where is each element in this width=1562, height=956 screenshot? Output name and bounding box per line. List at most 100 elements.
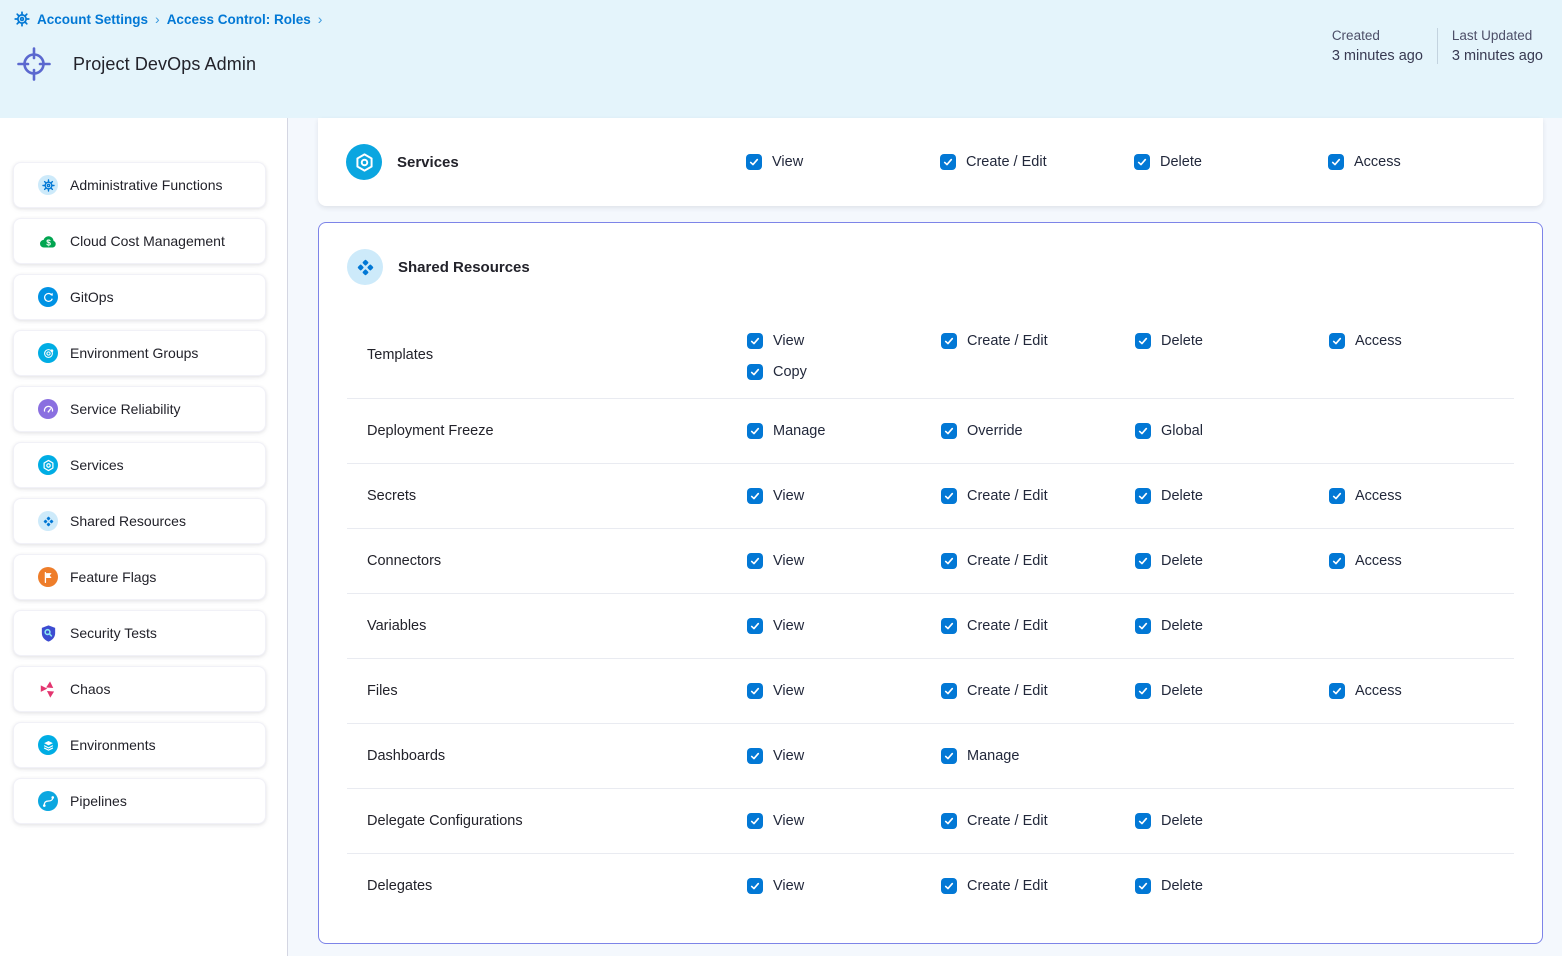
- permission-checkbox-view[interactable]: View: [747, 618, 941, 634]
- permission-checkbox-create-edit[interactable]: Create / Edit: [941, 488, 1135, 504]
- permission-checkbox-create-edit[interactable]: Create / Edit: [941, 333, 1135, 349]
- checkbox-checked-icon[interactable]: [941, 813, 957, 829]
- permission-checkbox-access[interactable]: Access: [1329, 488, 1514, 504]
- checkbox-checked-icon[interactable]: [941, 683, 957, 699]
- permission-checkbox-view[interactable]: View: [747, 878, 941, 894]
- checkbox-checked-icon[interactable]: [941, 488, 957, 504]
- sidebar-item-cloud-cost-management[interactable]: $ Cloud Cost Management: [13, 218, 266, 264]
- checkbox-checked-icon[interactable]: [941, 553, 957, 569]
- checkbox-checked-icon[interactable]: [746, 154, 762, 170]
- checkbox-checked-icon[interactable]: [1135, 553, 1151, 569]
- permission-cell: Manage: [747, 423, 941, 439]
- permission-cell: Access: [1329, 311, 1514, 349]
- permission-checkbox-create-edit[interactable]: Create / Edit: [941, 618, 1135, 634]
- permission-checkbox-create-edit[interactable]: Create / Edit: [941, 683, 1135, 699]
- sidebar-item-chaos[interactable]: Chaos: [13, 666, 266, 712]
- checkbox-checked-icon[interactable]: [1135, 683, 1151, 699]
- permission-checkbox-access[interactable]: Access: [1329, 553, 1514, 569]
- sidebar-item-service-reliability[interactable]: Service Reliability: [13, 386, 266, 432]
- permission-checkbox-access[interactable]: Access: [1329, 683, 1514, 699]
- permission-row-connectors: Connectors View Create / Edit Delete Acc…: [347, 528, 1514, 593]
- checkbox-checked-icon[interactable]: [747, 813, 763, 829]
- sidebar-item-pipelines[interactable]: Pipelines: [13, 778, 266, 824]
- sidebar-item-shared-resources[interactable]: Shared Resources: [13, 498, 266, 544]
- checkbox-checked-icon[interactable]: [747, 488, 763, 504]
- permission-checkbox-create-edit[interactable]: Create / Edit: [941, 813, 1135, 829]
- breadcrumb-link-access-control-roles[interactable]: Access Control: Roles: [167, 12, 311, 27]
- sidebar-item-gitops[interactable]: GitOps: [13, 274, 266, 320]
- checkbox-checked-icon[interactable]: [1135, 423, 1151, 439]
- permission-checkbox-delete[interactable]: Delete: [1135, 683, 1329, 699]
- permission-checkbox-access[interactable]: Access: [1328, 154, 1543, 170]
- last-updated-value: 3 minutes ago: [1452, 48, 1543, 64]
- checkbox-checked-icon[interactable]: [1329, 333, 1345, 349]
- checkbox-checked-icon[interactable]: [1135, 813, 1151, 829]
- checkbox-checked-icon[interactable]: [941, 333, 957, 349]
- checkbox-checked-icon[interactable]: [1329, 488, 1345, 504]
- services-icon: [38, 455, 58, 475]
- permission-cell: View: [747, 683, 941, 699]
- permission-checkbox-create-edit[interactable]: Create / Edit: [941, 553, 1135, 569]
- sidebar-item-environment-groups[interactable]: Environment Groups: [13, 330, 266, 376]
- permission-checkbox-create-edit[interactable]: Create / Edit: [940, 154, 1134, 170]
- permission-checkbox-copy[interactable]: Copy: [747, 364, 941, 380]
- permission-checkbox-access[interactable]: Access: [1329, 333, 1514, 349]
- permission-checkbox-view[interactable]: View: [747, 553, 941, 569]
- header-meta: Created 3 minutes ago Last Updated 3 min…: [1318, 28, 1543, 64]
- checkbox-checked-icon[interactable]: [747, 748, 763, 764]
- checkbox-checked-icon[interactable]: [1135, 333, 1151, 349]
- checkbox-checked-icon[interactable]: [1134, 154, 1150, 170]
- sidebar-item-environments[interactable]: Environments: [13, 722, 266, 768]
- checkbox-checked-icon[interactable]: [1135, 878, 1151, 894]
- permission-checkbox-view[interactable]: View: [746, 154, 940, 170]
- sidebar-item-administrative-functions[interactable]: Administrative Functions: [13, 162, 266, 208]
- permission-checkbox-manage[interactable]: Manage: [941, 748, 1135, 764]
- sidebar-item-feature-flags[interactable]: Feature Flags: [13, 554, 266, 600]
- sidebar-item-security-tests[interactable]: Security Tests: [13, 610, 266, 656]
- sidebar-item-services[interactable]: Services: [13, 442, 266, 488]
- permission-checkbox-override[interactable]: Override: [941, 423, 1135, 439]
- checkbox-label: View: [773, 333, 804, 349]
- permission-checkbox-view[interactable]: View: [747, 813, 941, 829]
- checkbox-checked-icon[interactable]: [941, 618, 957, 634]
- permission-checkbox-view[interactable]: View: [747, 683, 941, 699]
- checkbox-checked-icon[interactable]: [747, 878, 763, 894]
- checkbox-checked-icon[interactable]: [747, 553, 763, 569]
- checkbox-checked-icon[interactable]: [1135, 618, 1151, 634]
- permission-cell: Delete: [1135, 311, 1329, 349]
- checkbox-checked-icon[interactable]: [940, 154, 956, 170]
- permission-checkbox-delete[interactable]: Delete: [1135, 333, 1329, 349]
- permission-cell: View Copy: [747, 311, 941, 380]
- checkbox-checked-icon[interactable]: [747, 364, 763, 380]
- checkbox-checked-icon[interactable]: [1328, 154, 1344, 170]
- permission-checkbox-view[interactable]: View: [747, 748, 941, 764]
- checkbox-checked-icon[interactable]: [747, 618, 763, 634]
- shared-resources-card-title: Shared Resources: [398, 259, 530, 276]
- checkbox-checked-icon[interactable]: [941, 423, 957, 439]
- permission-checkbox-delete[interactable]: Delete: [1134, 154, 1328, 170]
- permission-checkbox-view[interactable]: View: [747, 488, 941, 504]
- permission-cell: Create / Edit: [941, 813, 1135, 829]
- permission-checkbox-delete[interactable]: Delete: [1135, 618, 1329, 634]
- checkbox-checked-icon[interactable]: [747, 683, 763, 699]
- permission-checkbox-delete[interactable]: Delete: [1135, 553, 1329, 569]
- checkbox-checked-icon[interactable]: [1135, 488, 1151, 504]
- sidebar-item-label: Chaos: [70, 681, 110, 697]
- checkbox-checked-icon[interactable]: [1329, 683, 1345, 699]
- checkbox-checked-icon[interactable]: [747, 423, 763, 439]
- permission-checkbox-manage[interactable]: Manage: [747, 423, 941, 439]
- permission-checkbox-delete[interactable]: Delete: [1135, 813, 1329, 829]
- permission-checkbox-delete[interactable]: Delete: [1135, 878, 1329, 894]
- checkbox-checked-icon[interactable]: [941, 878, 957, 894]
- permission-row-files: Files View Create / Edit Delete Access: [347, 658, 1514, 723]
- checkbox-checked-icon[interactable]: [747, 333, 763, 349]
- permission-checkbox-view[interactable]: View: [747, 333, 941, 349]
- permission-checkbox-delete[interactable]: Delete: [1135, 488, 1329, 504]
- checkbox-label: View: [772, 154, 803, 170]
- breadcrumb-link-account-settings[interactable]: Account Settings: [37, 12, 148, 27]
- permission-checkbox-global[interactable]: Global: [1135, 423, 1329, 439]
- checkbox-checked-icon[interactable]: [1329, 553, 1345, 569]
- permission-checkbox-create-edit[interactable]: Create / Edit: [941, 878, 1135, 894]
- permission-row-deployment-freeze: Deployment Freeze Manage Override Global: [347, 398, 1514, 463]
- checkbox-checked-icon[interactable]: [941, 748, 957, 764]
